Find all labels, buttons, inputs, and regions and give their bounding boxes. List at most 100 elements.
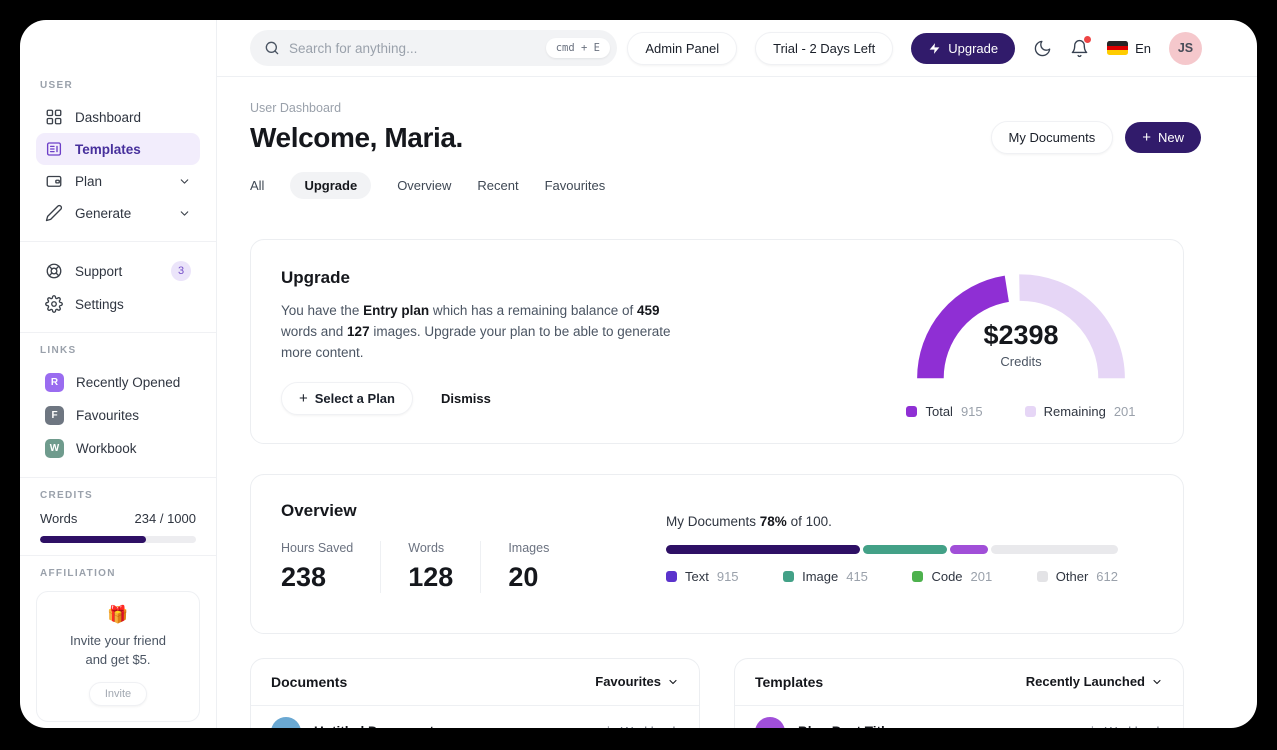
stat-images: Images 20: [508, 541, 549, 593]
trial-badge-button[interactable]: Trial - 2 Days Left: [755, 31, 894, 65]
legend-label: Other: [1055, 568, 1089, 584]
sidebar-item-label: Plan: [75, 173, 103, 189]
tab-recent[interactable]: Recent: [477, 172, 518, 199]
dark-mode-moon-icon[interactable]: [1033, 39, 1052, 58]
user-avatar[interactable]: JS: [1169, 31, 1202, 65]
legend-item-image: Image 415: [783, 569, 868, 584]
tab-overview[interactable]: Overview: [397, 172, 451, 199]
legend-item-text: Text 915: [666, 569, 739, 584]
documents-filter-dropdown[interactable]: Favourites: [595, 674, 679, 689]
templates-filter-dropdown[interactable]: Recently Launched: [1026, 674, 1163, 689]
documents-filter-label: Favourites: [595, 674, 661, 690]
lifebuoy-icon: [45, 262, 63, 280]
tab-all[interactable]: All: [250, 172, 264, 199]
language-label: En: [1135, 40, 1151, 56]
document-avatar: [271, 716, 301, 728]
templates-document-icon: [45, 140, 63, 158]
breadcrumb: User Dashboard: [250, 101, 342, 115]
legend-value: 915: [716, 568, 739, 584]
affiliation-line2: and get $5.: [85, 651, 151, 667]
dismiss-button[interactable]: Dismiss: [441, 391, 491, 406]
tab-upgrade[interactable]: Upgrade: [290, 172, 372, 199]
select-plan-button[interactable]: + Select a Plan: [281, 381, 413, 415]
legend-swatch-code: [912, 570, 924, 582]
stat-hours-saved: Hours Saved 238: [281, 540, 382, 593]
my-documents-button[interactable]: My Documents: [990, 121, 1114, 154]
sidebar-item-label: Support: [75, 263, 123, 279]
legend-value: 201: [1113, 403, 1136, 419]
upgrade-card-body: You have the Entry plan which has a rema…: [281, 303, 671, 360]
wallet-icon: [45, 172, 63, 190]
language-selector[interactable]: En: [1107, 41, 1151, 56]
legend-label: Remaining: [1043, 403, 1106, 419]
legend-label: Text: [685, 568, 709, 584]
credits-gauge-label: Credits: [1000, 353, 1042, 369]
page-title: Welcome, Maria.: [250, 121, 463, 153]
credits-words-label: Words: [40, 511, 78, 526]
upgrade-card-title: Upgrade: [281, 268, 350, 287]
sidebar-item-label: Generate: [75, 205, 132, 221]
tab-favourites[interactable]: Favourites: [545, 172, 606, 199]
stat-words: Words 128: [408, 540, 482, 593]
divider: [20, 477, 216, 478]
sidebar: USER Dashboard Templates Plan Generate S…: [20, 20, 217, 728]
stat-label: Words: [408, 540, 445, 555]
sidebar-item-settings[interactable]: Settings: [36, 288, 200, 320]
overview-stats: Hours Saved 238 Words 128 Images 20: [281, 540, 611, 593]
filter-tabs: All Upgrade Overview Recent Favourites: [250, 172, 1184, 199]
link-initial-badge: R: [45, 373, 64, 392]
upgrade-button-label: Upgrade: [948, 40, 999, 56]
document-row[interactable]: Untitled Document in Workbook: [251, 706, 699, 728]
legend-label: Code: [931, 568, 963, 584]
invite-button[interactable]: Invite: [88, 681, 148, 706]
app-window: USER Dashboard Templates Plan Generate S…: [20, 20, 1257, 728]
sidebar-item-generate[interactable]: Generate: [36, 197, 200, 229]
affiliation-line1: Invite your friend: [69, 633, 167, 648]
sidebar-item-label: Settings: [75, 296, 124, 312]
sidebar-link-favourites[interactable]: F Favourites: [36, 399, 200, 432]
legend-value: 915: [960, 403, 983, 419]
search-icon: [264, 40, 280, 56]
legend-item-remaining: Remaining 201: [1024, 403, 1136, 419]
sidebar-item-label: Dashboard: [75, 109, 142, 125]
gear-icon: [45, 295, 63, 313]
search-input[interactable]: [289, 40, 537, 56]
credits-gauge-legend: Total 915 Remaining 201: [906, 403, 1136, 419]
upgrade-button[interactable]: Upgrade: [911, 32, 1016, 64]
content-area: User Dashboard Welcome, Maria. My Docume…: [217, 77, 1257, 728]
sidebar-link-recently-opened[interactable]: R Recently Opened: [36, 366, 200, 399]
legend-item-other: Other 612: [1036, 568, 1118, 584]
overview-card: Overview Hours Saved 238 Words 128 Image…: [250, 473, 1184, 634]
plus-icon: +: [1142, 129, 1151, 146]
documents-stacked-bar: [666, 544, 1118, 554]
sidebar-item-support[interactable]: Support 3: [36, 254, 200, 288]
sidebar-item-templates[interactable]: Templates: [36, 133, 200, 165]
admin-panel-button[interactable]: Admin Panel: [627, 31, 738, 65]
notification-dot: [1084, 35, 1092, 43]
bar-segment-code: [949, 544, 989, 554]
stat-label: Images: [508, 540, 550, 555]
documents-usage: My Documents 78% of 100. Text 915 Image …: [666, 501, 1118, 607]
sidebar-item-plan[interactable]: Plan: [36, 165, 200, 197]
notifications-bell-icon[interactable]: [1070, 35, 1092, 58]
affiliation-text: Invite your friend and get $5.: [45, 632, 191, 670]
template-location: in Workbook: [1091, 724, 1163, 728]
template-row[interactable]: Blog Post Title in Workbook: [735, 706, 1183, 728]
support-count-badge: 3: [171, 261, 191, 281]
chevron-down-icon: [178, 207, 191, 220]
sidebar-item-dashboard[interactable]: Dashboard: [36, 101, 200, 133]
bar-segment-other: [991, 544, 1118, 554]
sidebar-section-affiliation: AFFILIATION: [40, 568, 116, 579]
german-flag-icon: [1107, 41, 1129, 55]
divider: [20, 332, 216, 333]
divider: [20, 241, 216, 242]
sidebar-link-workbook[interactable]: W Workbook: [36, 432, 200, 465]
documents-card-title: Documents: [271, 673, 348, 690]
new-button[interactable]: + New: [1125, 122, 1201, 153]
search-box[interactable]: cmd + E: [250, 30, 617, 66]
select-plan-label: Select a Plan: [314, 390, 395, 406]
documents-card: Documents Favourites Untitled Document i…: [250, 657, 700, 728]
sidebar-section-links: LINKS: [40, 345, 77, 356]
sidebar-item-label: Favourites: [76, 408, 140, 423]
stat-value: 20: [508, 561, 539, 592]
